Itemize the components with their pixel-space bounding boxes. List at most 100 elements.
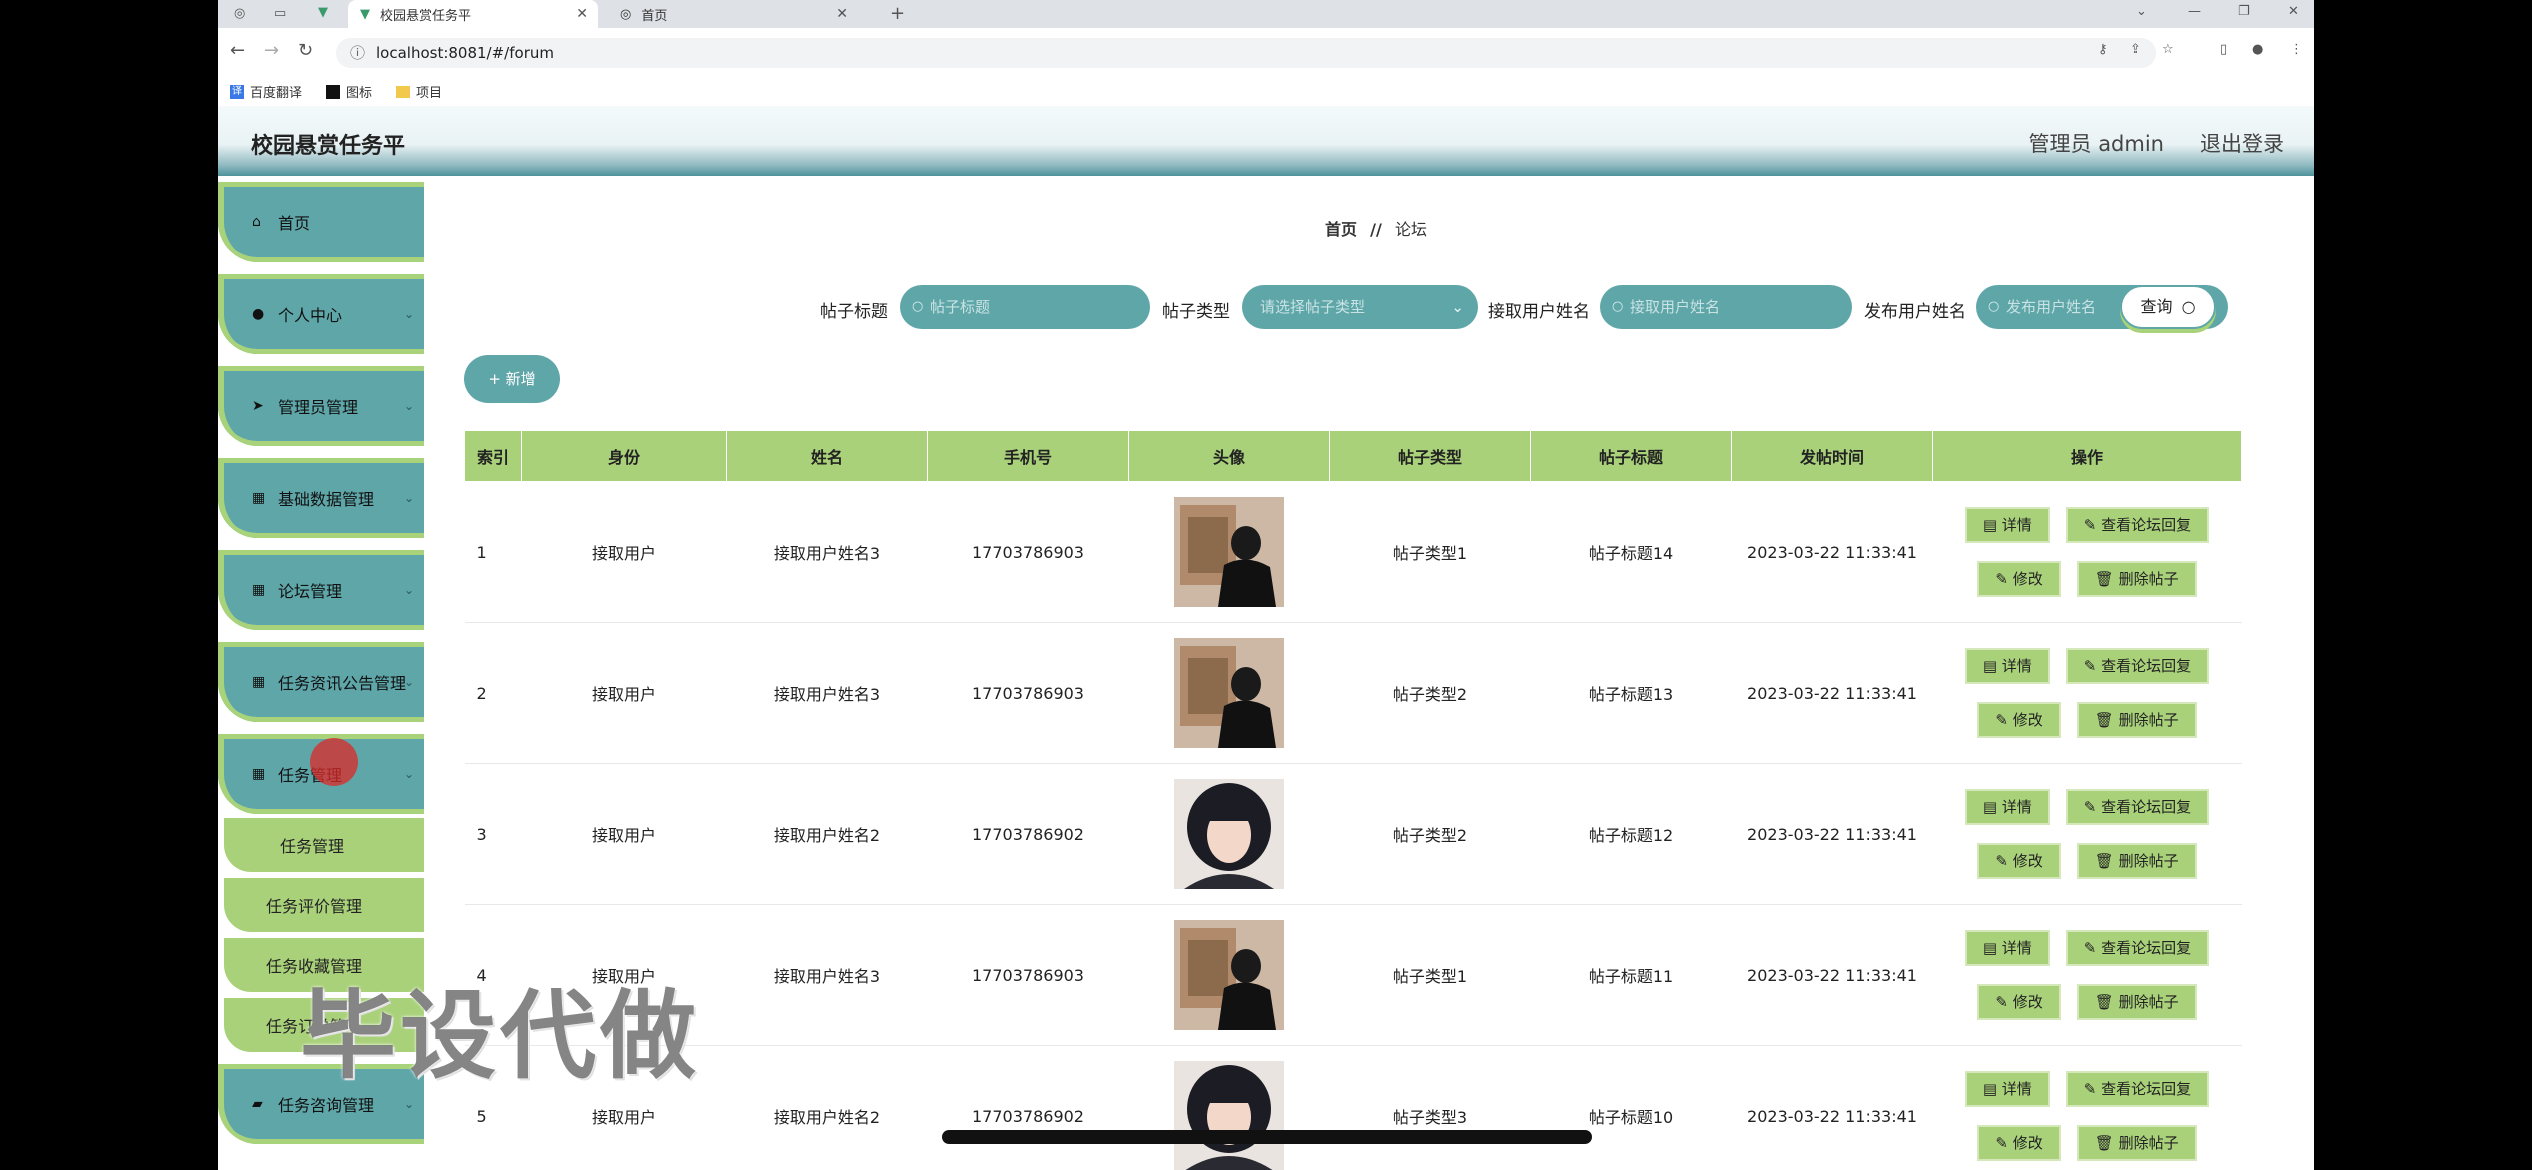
grid-icon: ▦: [252, 582, 266, 598]
main-content: 首页 // 论坛 帖子标题 ○ 帖子标题 帖子类型 请选择帖子类型 ⌄ 接取用户…: [438, 176, 2314, 1170]
sidebar-item-basedata[interactable]: ▦ 基础数据管理 ⌄: [218, 458, 424, 538]
cell-type: 帖子类型1: [1329, 481, 1531, 623]
detail-button[interactable]: ▤ 详情: [1964, 930, 2050, 966]
cell-avatar: [1128, 481, 1330, 623]
delete-button[interactable]: 🗑 删除帖子: [2076, 843, 2197, 879]
bookmark-translate[interactable]: 译 百度翻译: [230, 82, 302, 101]
cell-time: 2023-03-22 11:33:41: [1731, 481, 1933, 623]
edit-button[interactable]: ✎ 修改: [1977, 1125, 2061, 1161]
query-button[interactable]: 查询 ○: [2120, 285, 2216, 329]
edit-icon: ✎: [2083, 657, 2102, 675]
folder-icon: [396, 85, 410, 98]
submenu-task-manage[interactable]: 任务管理: [224, 818, 424, 872]
tab-title: 校园悬赏任务平: [380, 8, 472, 24]
pinned-tab-icon[interactable]: ▭: [274, 6, 286, 21]
tab-search-icon[interactable]: ⌄: [2136, 4, 2147, 19]
sidebar-item-news[interactable]: ▦ 任务资讯公告管理 ⌄: [218, 642, 424, 722]
avatar: [1174, 638, 1284, 748]
table-row: 3 接取用户 接取用户姓名2 17703786902 帖子类型2 帖子标题12 …: [464, 763, 2242, 905]
table-row: 5 接取用户 接取用户姓名2 17703786902 帖子类型3 帖子标题10 …: [464, 1045, 2242, 1170]
menu-icon[interactable]: ⋮: [2290, 42, 2303, 57]
site-info-icon[interactable]: ⓘ: [350, 38, 365, 68]
share-icon[interactable]: ⇪: [2130, 42, 2141, 57]
cell-time: 2023-03-22 11:33:41: [1731, 1045, 1933, 1170]
new-tab-button[interactable]: +: [890, 3, 905, 24]
bookmark-icons[interactable]: 图标: [326, 82, 372, 101]
app-header: 校园悬赏任务平 管理员 admin 退出登录: [218, 106, 2314, 176]
edit-icon: ✎: [2083, 798, 2102, 816]
cell-phone: 17703786903: [927, 481, 1129, 623]
minimize-icon[interactable]: —: [2188, 4, 2201, 19]
delete-button[interactable]: 🗑 删除帖子: [2076, 561, 2197, 597]
detail-button[interactable]: ▤ 详情: [1964, 1071, 2050, 1107]
receiver-search-input[interactable]: ○ 接取用户姓名: [1600, 285, 1852, 329]
view-reply-button[interactable]: ✎ 查看论坛回复: [2065, 648, 2210, 684]
detail-button[interactable]: ▤ 详情: [1964, 507, 2050, 543]
close-tab-icon[interactable]: ✕: [836, 6, 848, 22]
view-reply-button[interactable]: ✎ 查看论坛回复: [2065, 789, 2210, 825]
chevron-down-icon: ⌄: [403, 583, 414, 597]
side-panel-icon[interactable]: ▯: [2220, 42, 2227, 57]
cell-name: 接取用户姓名2: [726, 763, 928, 905]
avatar: [1174, 1061, 1284, 1170]
tab-favicon-icon[interactable]: ◎: [234, 6, 245, 21]
vue-tab-icon[interactable]: ▼: [318, 5, 328, 20]
delete-button[interactable]: 🗑 删除帖子: [2076, 702, 2197, 738]
sidebar-item-home[interactable]: ⌂ 首页: [218, 182, 424, 262]
iconfont-icon: [326, 84, 340, 99]
type-select[interactable]: 请选择帖子类型 ⌄: [1242, 285, 1478, 329]
document-icon: ▤: [1982, 1080, 2002, 1098]
add-button[interactable]: + 新增: [464, 355, 560, 403]
close-window-icon[interactable]: ✕: [2288, 4, 2299, 19]
forward-icon[interactable]: →: [264, 40, 279, 61]
close-tab-icon[interactable]: ✕: [576, 6, 588, 22]
breadcrumb-current: 论坛: [1394, 220, 1427, 239]
cell-phone: 17703786903: [927, 904, 1129, 1046]
chevron-down-icon: ⌄: [403, 491, 414, 505]
cell-actions: ▤ 详情 ✎ 查看论坛回复 ✎ 修改 🗑 删除帖子: [1932, 622, 2242, 764]
breadcrumb: 首页 // 论坛: [438, 216, 2314, 240]
grid-icon: ▦: [252, 674, 266, 690]
url-text: localhost:8081/#/forum: [376, 44, 554, 62]
key-icon[interactable]: ⚷: [2098, 42, 2108, 57]
edit-button[interactable]: ✎ 修改: [1977, 984, 2061, 1020]
edit-button[interactable]: ✎ 修改: [1977, 843, 2061, 879]
logout-link[interactable]: 退出登录: [2200, 128, 2284, 158]
breadcrumb-home[interactable]: 首页: [1325, 220, 1357, 239]
view-reply-button[interactable]: ✎ 查看论坛回复: [2065, 1071, 2210, 1107]
edit-button[interactable]: ✎ 修改: [1977, 561, 2061, 597]
cell-type: 帖子类型2: [1329, 763, 1531, 905]
edit-icon: ✎: [1995, 711, 2013, 729]
back-icon[interactable]: ←: [230, 40, 245, 61]
trash-icon: 🗑: [2094, 993, 2119, 1011]
column-header: 头像: [1128, 430, 1330, 482]
column-header: 身份: [521, 430, 727, 482]
admin-label: 管理员 admin: [2028, 132, 2164, 156]
column-header: 姓名: [726, 430, 928, 482]
star-icon[interactable]: ☆: [2162, 42, 2174, 57]
restore-icon[interactable]: ❐: [2238, 4, 2250, 19]
view-reply-button[interactable]: ✎ 查看论坛回复: [2065, 507, 2210, 543]
sidebar-item-profile[interactable]: ● 个人中心 ⌄: [218, 274, 424, 354]
submenu-task-review[interactable]: 任务评价管理: [224, 878, 424, 932]
column-header: 手机号: [927, 430, 1129, 482]
cell-time: 2023-03-22 11:33:41: [1731, 763, 1933, 905]
detail-button[interactable]: ▤ 详情: [1964, 648, 2050, 684]
profile-icon[interactable]: ●: [2252, 42, 2263, 57]
delete-button[interactable]: 🗑 删除帖子: [2076, 984, 2197, 1020]
bookmark-project[interactable]: 项目: [396, 82, 442, 101]
globe-icon: ◎: [620, 6, 632, 22]
title-search-input[interactable]: ○ 帖子标题: [900, 285, 1150, 329]
table-header-row: 索引 身份 姓名 手机号 头像 帖子类型 帖子标题 发帖时间 操作: [464, 430, 2242, 482]
tab-home[interactable]: ◎ 首页 ✕: [608, 0, 858, 28]
tab-active[interactable]: ▼ 校园悬赏任务平 ✕: [348, 0, 598, 28]
edit-button[interactable]: ✎ 修改: [1977, 702, 2061, 738]
detail-button[interactable]: ▤ 详情: [1964, 789, 2050, 825]
delete-button[interactable]: 🗑 删除帖子: [2076, 1125, 2197, 1161]
view-reply-button[interactable]: ✎ 查看论坛回复: [2065, 930, 2210, 966]
reload-icon[interactable]: ↻: [298, 40, 313, 61]
search-icon: ○: [912, 299, 924, 314]
url-field[interactable]: ⓘ localhost:8081/#/forum: [336, 38, 2156, 68]
sidebar-item-admins[interactable]: ➤ 管理员管理 ⌄: [218, 366, 424, 446]
sidebar-item-forum[interactable]: ▦ 论坛管理 ⌄: [218, 550, 424, 630]
